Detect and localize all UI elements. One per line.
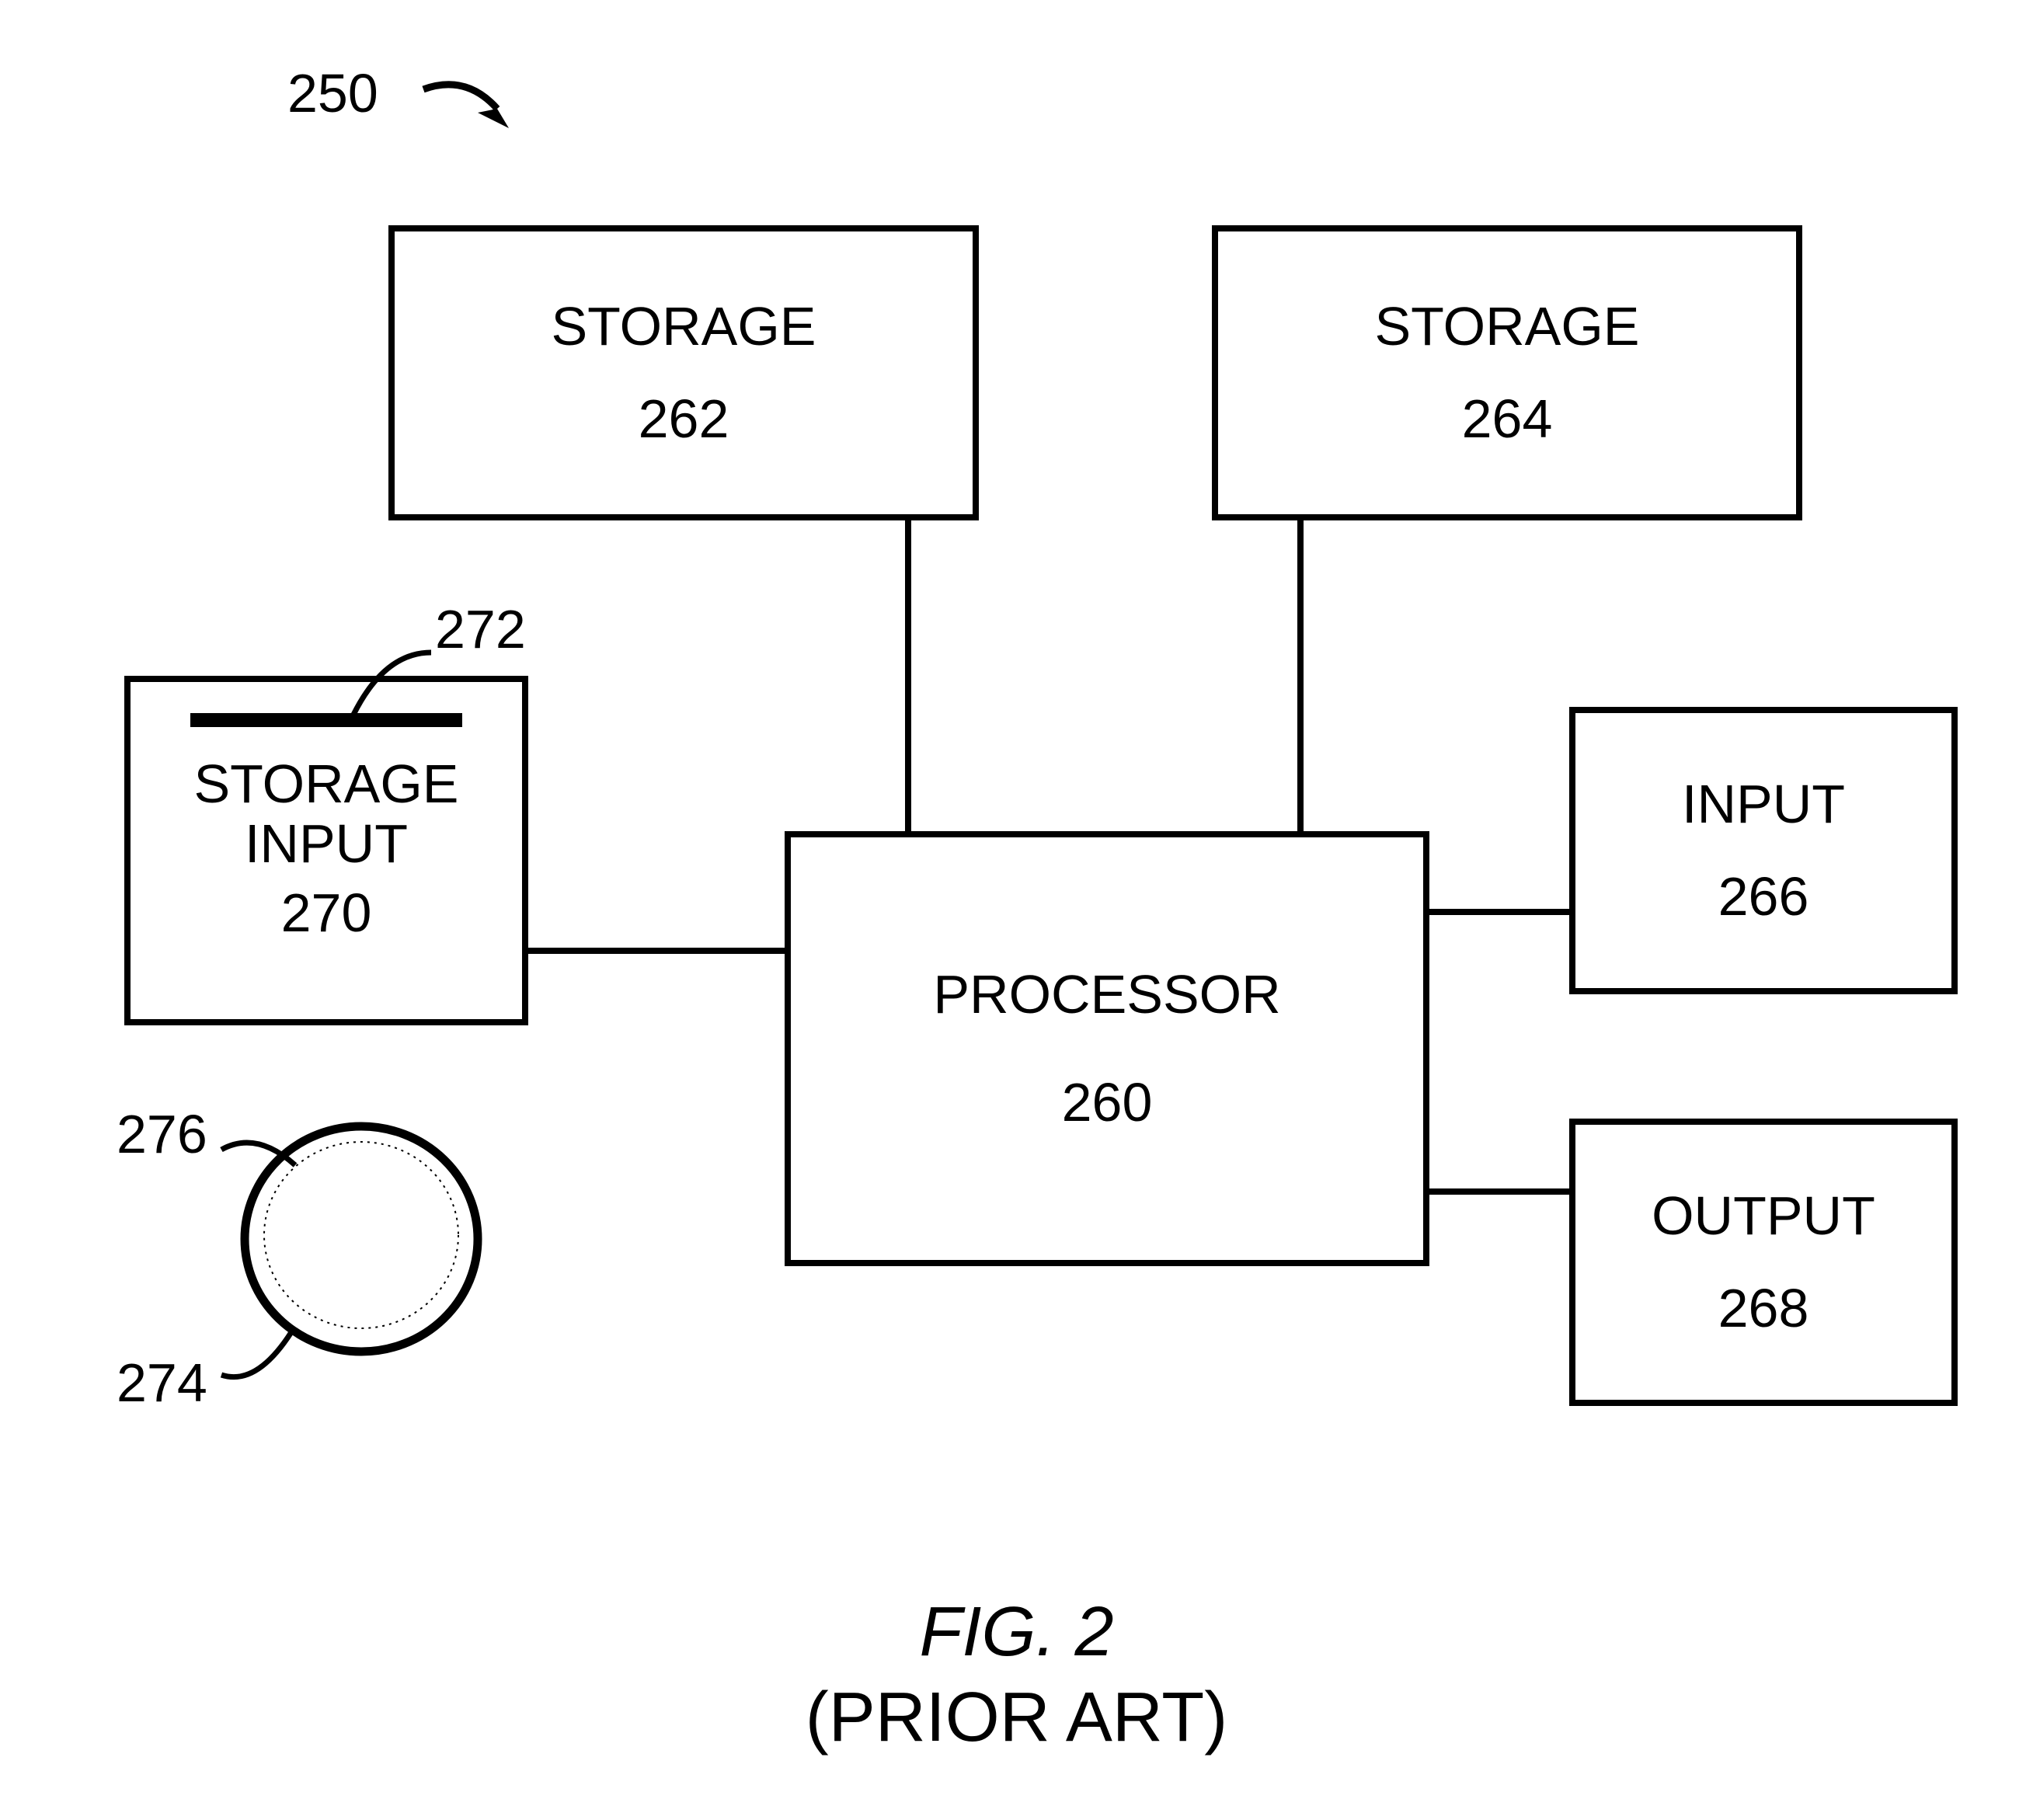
storage-262-label: STORAGE	[551, 297, 816, 357]
output-label: OUTPUT	[1652, 1186, 1875, 1246]
processor-label: PROCESSOR	[933, 965, 1280, 1025]
storage-262-num: 262	[639, 388, 729, 450]
storage-input-label: STORAGE INPUT	[193, 754, 458, 874]
leader-line-276	[218, 1126, 303, 1188]
output-box: OUTPUT 268	[1569, 1119, 1958, 1406]
figure-subtitle: (PRIOR ART)	[0, 1678, 2033, 1758]
processor-box: PROCESSOR 260	[785, 831, 1429, 1266]
storage-input-num: 270	[281, 882, 372, 944]
diagram-canvas: 250 STORAGE 262 STORAGE 264 PROCESSOR 26…	[0, 0, 2033, 1820]
input-num: 266	[1718, 865, 1809, 927]
storage-264-label: STORAGE	[1374, 297, 1639, 357]
storage-264-box: STORAGE 264	[1212, 225, 1802, 520]
storage-input-box: STORAGE INPUT 270	[124, 676, 528, 1025]
processor-num: 260	[1062, 1071, 1153, 1133]
arrow-icon	[419, 70, 528, 140]
figure-ref-label: 250	[287, 62, 378, 124]
storage-264-num: 264	[1462, 388, 1553, 450]
input-label: INPUT	[1682, 774, 1845, 834]
storage-262-box: STORAGE 262	[388, 225, 979, 520]
leader-line-274	[218, 1321, 311, 1390]
output-num: 268	[1718, 1277, 1809, 1339]
figure-title: FIG. 2	[0, 1592, 2033, 1672]
connector-262-processor	[905, 520, 911, 831]
slot-ref-label: 272	[435, 598, 526, 660]
connector-264-processor	[1297, 520, 1304, 831]
disc-inner-ref-label: 276	[117, 1103, 207, 1165]
connector-processor-268	[1429, 1188, 1569, 1195]
connector-processor-266	[1429, 909, 1569, 915]
disc-outer-ref-label: 274	[117, 1352, 207, 1414]
input-box: INPUT 266	[1569, 707, 1958, 994]
connector-270-processor	[528, 948, 785, 954]
leader-line-272	[338, 645, 439, 722]
